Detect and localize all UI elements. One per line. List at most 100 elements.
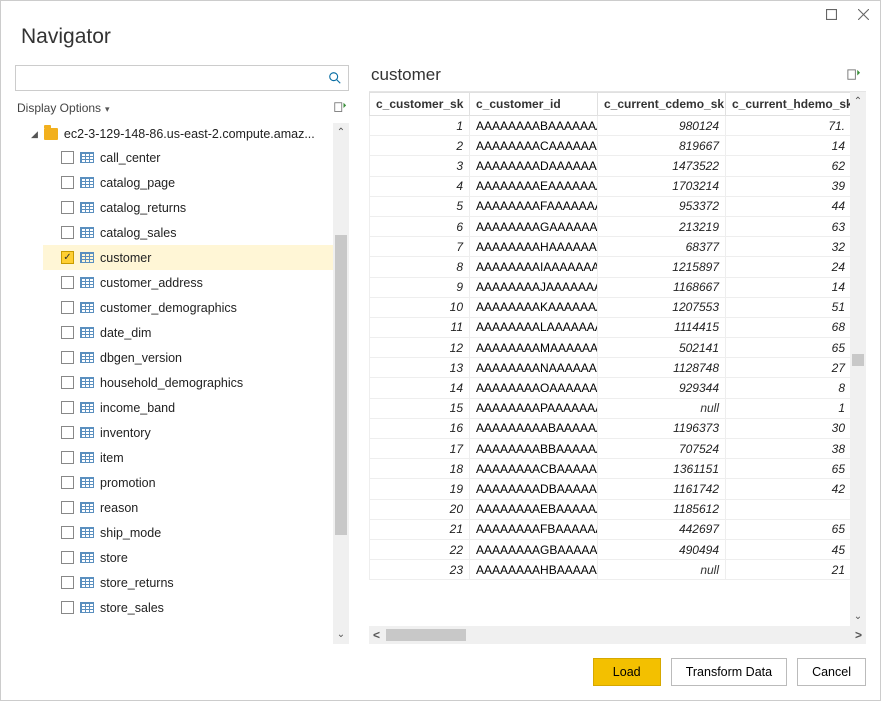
checkbox[interactable] <box>61 551 74 564</box>
table-row[interactable]: 14AAAAAAAAOAAAAAAA9293448 <box>370 378 851 398</box>
table-node-catalog_returns[interactable]: catalog_returns <box>43 195 333 220</box>
transform-data-button[interactable]: Transform Data <box>671 658 787 686</box>
table-row[interactable]: 1AAAAAAAABAAAAAAA98012471. <box>370 116 851 136</box>
close-icon[interactable] <box>856 7 870 21</box>
table-row[interactable]: 15AAAAAAAAPAAAAAAAnull1 <box>370 398 851 418</box>
table-node-reason[interactable]: reason <box>43 495 333 520</box>
table-row[interactable]: 5AAAAAAAAFAAAAAAA95337244 <box>370 196 851 216</box>
scroll-thumb[interactable] <box>852 354 864 366</box>
table-row[interactable]: 8AAAAAAAAIAAAAAAA121589724 <box>370 257 851 277</box>
cell: 4 <box>370 176 470 196</box>
search-box[interactable] <box>15 65 349 91</box>
scroll-down-icon[interactable]: ⌄ <box>854 611 862 622</box>
table-row[interactable]: 6AAAAAAAAGAAAAAAA21321963 <box>370 216 851 236</box>
table-label: income_band <box>100 401 175 415</box>
refresh-tree-icon[interactable] <box>333 101 347 115</box>
refresh-preview-icon[interactable] <box>846 68 860 82</box>
datasource-node[interactable]: ◢ ec2-3-129-148-86.us-east-2.compute.ama… <box>15 123 333 145</box>
load-button[interactable]: Load <box>593 658 661 686</box>
cancel-button[interactable]: Cancel <box>797 658 866 686</box>
table-row[interactable]: 2AAAAAAAACAAAAAAA81966714 <box>370 136 851 156</box>
cell: 6 <box>370 216 470 236</box>
checkbox[interactable] <box>61 351 74 364</box>
table-node-customer[interactable]: ✓customer <box>43 245 333 270</box>
checkbox[interactable] <box>61 176 74 189</box>
maximize-icon[interactable] <box>824 7 838 21</box>
search-icon[interactable] <box>328 71 342 85</box>
checkbox[interactable]: ✓ <box>61 251 74 264</box>
table-node-catalog_sales[interactable]: catalog_sales <box>43 220 333 245</box>
table-node-date_dim[interactable]: date_dim <box>43 320 333 345</box>
table-row[interactable]: 3AAAAAAAADAAAAAAA147352262 <box>370 156 851 176</box>
column-header[interactable]: c_customer_sk <box>370 93 470 116</box>
table-node-promotion[interactable]: promotion <box>43 470 333 495</box>
checkbox[interactable] <box>61 301 74 314</box>
table-node-store_returns[interactable]: store_returns <box>43 570 333 595</box>
checkbox[interactable] <box>61 601 74 614</box>
checkbox[interactable] <box>61 426 74 439</box>
table-node-inventory[interactable]: inventory <box>43 420 333 445</box>
table-row[interactable]: 13AAAAAAAANAAAAAAA112874827 <box>370 358 851 378</box>
table-node-catalog_page[interactable]: catalog_page <box>43 170 333 195</box>
table-row[interactable]: 10AAAAAAAAKAAAAAAA120755351 <box>370 297 851 317</box>
table-node-call_center[interactable]: call_center <box>43 145 333 170</box>
table-node-household_demographics[interactable]: household_demographics <box>43 370 333 395</box>
table-node-store[interactable]: store <box>43 545 333 570</box>
checkbox[interactable] <box>61 576 74 589</box>
column-header[interactable]: c_current_cdemo_sk <box>598 93 726 116</box>
table-row[interactable]: 20AAAAAAAAEBAAAAAA1185612 <box>370 499 851 519</box>
table-icon <box>80 277 94 288</box>
scroll-right-icon[interactable]: > <box>855 628 862 642</box>
navigator-window: Navigator Display Options▾ <box>0 0 881 701</box>
table-node-customer_address[interactable]: customer_address <box>43 270 333 295</box>
table-node-income_band[interactable]: income_band <box>43 395 333 420</box>
table-row[interactable]: 16AAAAAAAAABAAAAAA119637330 <box>370 418 851 438</box>
grid-horizontal-scrollbar[interactable]: < > <box>369 626 866 644</box>
table-row[interactable]: 9AAAAAAAAJAAAAAAA116866714 <box>370 277 851 297</box>
table-node-store_sales[interactable]: store_sales <box>43 595 333 620</box>
scroll-up-icon[interactable]: ⌃ <box>854 96 862 107</box>
column-header[interactable]: c_current_hdemo_sk <box>726 93 851 116</box>
table-node-customer_demographics[interactable]: customer_demographics <box>43 295 333 320</box>
column-header[interactable]: c_customer_id <box>470 93 598 116</box>
scroll-thumb[interactable] <box>386 629 466 641</box>
table-row[interactable]: 23AAAAAAAAHBAAAAAAnull21 <box>370 560 851 580</box>
table-row[interactable]: 19AAAAAAAADBAAAAAA116174242 <box>370 479 851 499</box>
table-row[interactable]: 18AAAAAAAACBAAAAAA136115165 <box>370 459 851 479</box>
checkbox[interactable] <box>61 276 74 289</box>
cell: 14 <box>726 136 851 156</box>
table-row[interactable]: 7AAAAAAAAHAAAAAAA6837732 <box>370 237 851 257</box>
table-row[interactable]: 12AAAAAAAAMAAAAAAA50214165 <box>370 338 851 358</box>
search-input[interactable] <box>22 67 328 89</box>
grid-vertical-scrollbar[interactable]: ⌃ ⌄ <box>850 92 866 626</box>
tree-scrollbar[interactable]: ⌃ ⌄ <box>333 123 349 644</box>
checkbox[interactable] <box>61 401 74 414</box>
checkbox[interactable] <box>61 526 74 539</box>
cell: 51 <box>726 297 851 317</box>
display-options-button[interactable]: Display Options▾ <box>17 101 110 115</box>
checkbox[interactable] <box>61 151 74 164</box>
scroll-thumb[interactable] <box>335 235 347 535</box>
checkbox[interactable] <box>61 326 74 339</box>
preview-grid[interactable]: c_customer_skc_customer_idc_current_cdem… <box>369 92 850 626</box>
table-row[interactable]: 17AAAAAAAABBAAAAAA70752438 <box>370 439 851 459</box>
table-row[interactable]: 21AAAAAAAAFBAAAAAA44269765 <box>370 519 851 539</box>
checkbox[interactable] <box>61 451 74 464</box>
scroll-left-icon[interactable]: < <box>373 628 380 642</box>
table-node-item[interactable]: item <box>43 445 333 470</box>
table-label: item <box>100 451 124 465</box>
scroll-up-icon[interactable]: ⌃ <box>337 127 345 138</box>
checkbox[interactable] <box>61 226 74 239</box>
checkbox[interactable] <box>61 376 74 389</box>
table-node-ship_mode[interactable]: ship_mode <box>43 520 333 545</box>
table-row[interactable]: 22AAAAAAAAGBAAAAAA49049445 <box>370 539 851 559</box>
table-label: catalog_returns <box>100 201 186 215</box>
checkbox[interactable] <box>61 501 74 514</box>
table-row[interactable]: 4AAAAAAAAEAAAAAAA170321439 <box>370 176 851 196</box>
table-row[interactable]: 11AAAAAAAALAAAAAAA111441568 <box>370 317 851 337</box>
collapse-icon[interactable]: ◢ <box>31 129 38 140</box>
checkbox[interactable] <box>61 476 74 489</box>
table-node-dbgen_version[interactable]: dbgen_version <box>43 345 333 370</box>
scroll-down-icon[interactable]: ⌄ <box>337 629 345 640</box>
checkbox[interactable] <box>61 201 74 214</box>
